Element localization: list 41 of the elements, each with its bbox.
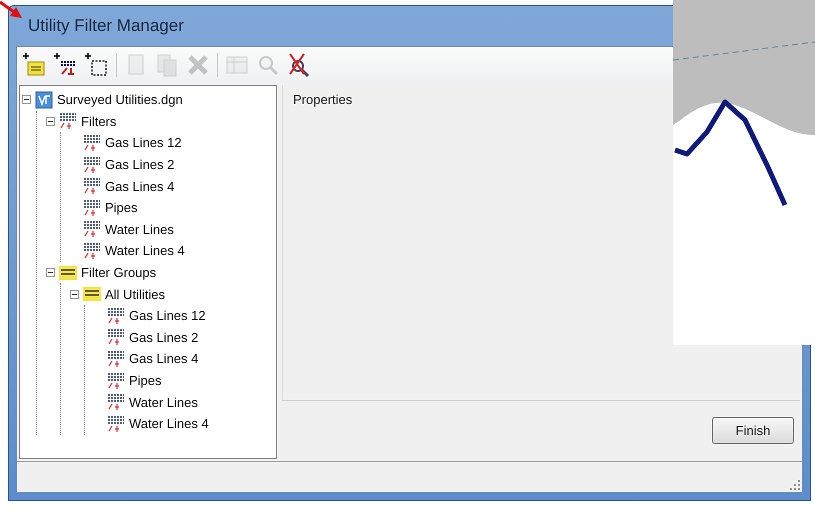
filter-icon [82,134,102,152]
collapse-toggle[interactable] [70,290,79,299]
tree-item[interactable]: Gas Lines 12 [129,308,206,324]
filter-group-icon [58,264,78,282]
filter-icon [106,372,126,390]
tree-item[interactable]: Water Lines [129,394,198,410]
tree-item[interactable]: Pipes [129,373,162,388]
tree-item[interactable]: Gas Lines 4 [129,351,198,366]
tree-item[interactable]: Water Lines 4 [129,416,209,432]
properties-title: Properties [293,92,352,107]
tree-item[interactable]: Water Lines 4 [105,243,185,258]
tree-item[interactable]: Filter Groups [81,265,156,280]
tree-item[interactable]: Water Lines [105,222,174,237]
tree-item[interactable]: Gas Lines 2 [105,157,174,172]
pointer-arrow [0,0,24,20]
filter-icon [106,350,126,368]
filter-icon [82,242,102,260]
tree-item[interactable]: Pipes [105,200,138,216]
collapse-toggle[interactable] [46,116,55,126]
collapse-toggle[interactable] [46,268,55,278]
resize-grip-icon[interactable] [790,480,800,490]
filter-icon [106,328,126,346]
tree-item[interactable]: Filters [81,114,116,129]
tree-item[interactable]: Gas Lines 12 [105,135,182,150]
collapse-toggle[interactable] [22,95,31,104]
tree-item[interactable]: All Utilities [105,286,165,302]
filter-icon [82,177,102,196]
filter-icon [106,393,126,412]
filter-icon [82,220,102,238]
filter-icon [106,306,126,325]
tree-item[interactable]: Gas Lines 2 [129,330,198,345]
filter-icon [82,156,102,174]
filter-group-icon [82,285,102,304]
window-title: Utility Filter Manager [28,16,184,36]
filter-icon [82,198,102,217]
tree-item[interactable]: Surveyed Utilities.dgn [57,92,183,108]
filter-icon [58,112,78,130]
filter-icon [106,414,126,433]
file-icon [34,90,54,109]
tree-item[interactable]: Gas Lines 4 [105,178,174,194]
finish-button[interactable]: Finish [712,416,794,444]
